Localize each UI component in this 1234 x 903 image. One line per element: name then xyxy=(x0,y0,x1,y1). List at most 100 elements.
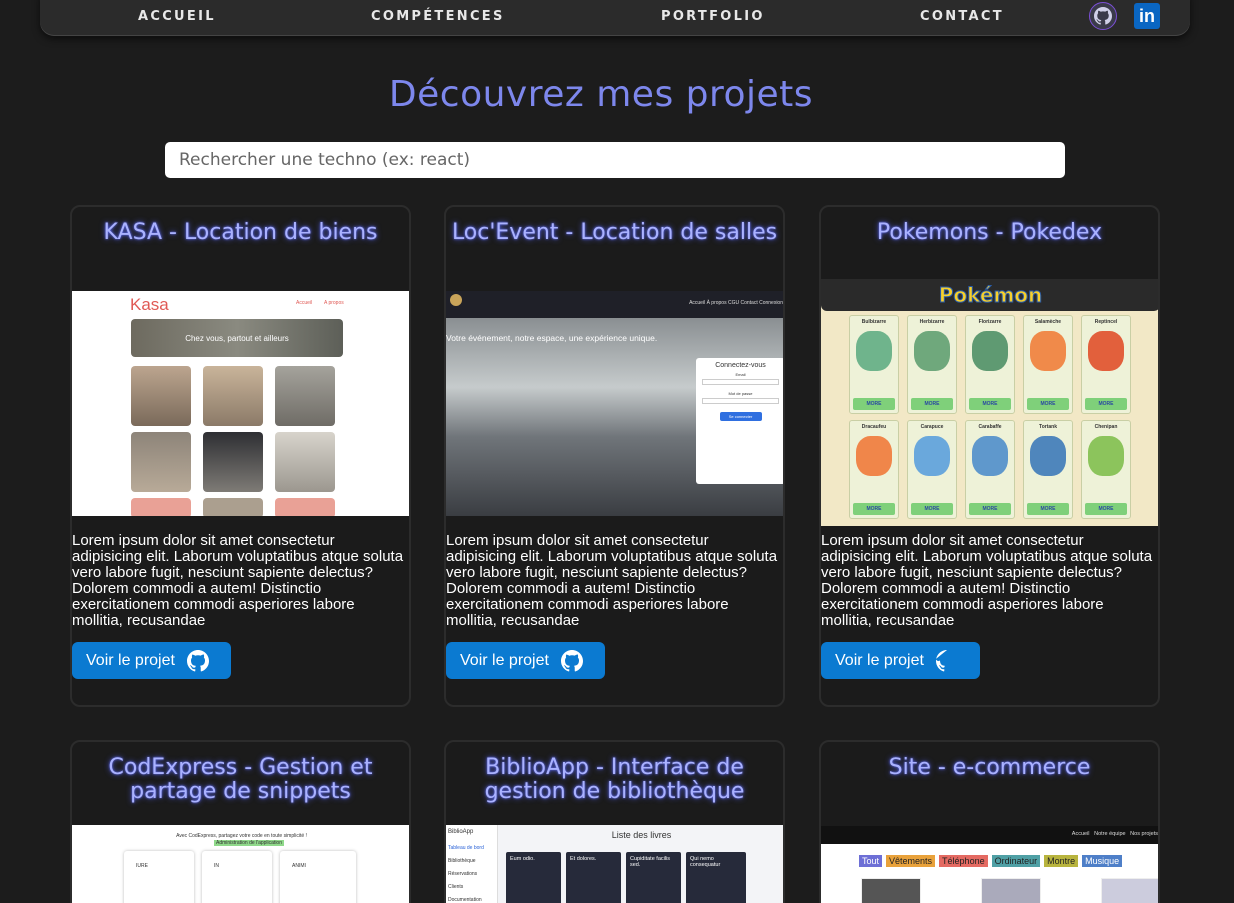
book-card: Et dolores. xyxy=(566,852,621,903)
project-card: BiblioApp - Interface de gestion de bibl… xyxy=(444,740,785,903)
pokemon-card: Reptincel MORE xyxy=(1081,315,1131,414)
locevent-nav: Accueil À propos CGU Contact Connexion xyxy=(689,300,783,306)
project-description: Lorem ipsum dolor sit amet consectetur a… xyxy=(821,532,1153,629)
view-project-label: Voir le projet xyxy=(460,651,549,669)
book-card: Eum odio. xyxy=(506,852,561,903)
pokemon-more-button: MORE xyxy=(969,503,1011,515)
pokemon-name: Salamèche xyxy=(1034,319,1062,325)
pokemon-sprite xyxy=(856,331,892,371)
email-label: Email xyxy=(735,372,746,377)
kasa-nav-home: Accueil xyxy=(296,300,313,306)
view-project-button[interactable]: Voir le projet xyxy=(72,642,231,679)
project-screenshot: Avec CodExpress, partagez votre code en … xyxy=(72,825,409,903)
ecom-nav-links: Accueil Notre équipe Nos projets xyxy=(1071,831,1158,837)
pokemon-more-button: MORE xyxy=(853,503,895,515)
biblio-brand: BiblioApp xyxy=(448,829,474,835)
linkedin-icon[interactable]: in xyxy=(1134,3,1160,29)
pokemon-sprite xyxy=(972,436,1008,476)
pokemon-grid: Bulbizarre MORE Herbizarre MORE Florizarre MO… xyxy=(849,315,1133,519)
connect-button: Se connecter xyxy=(719,412,762,421)
github-icon xyxy=(186,649,209,671)
project-card: Loc'Event - Location de salles Accueil À… xyxy=(444,205,785,707)
email-field xyxy=(702,379,779,385)
pokemon-name: Bulbizarre xyxy=(861,319,887,325)
pokemon-name: Reptincel xyxy=(1094,319,1118,325)
pokemon-name: Tortank xyxy=(1039,424,1057,430)
locevent-logo xyxy=(450,294,462,306)
tag: Téléphone xyxy=(939,855,988,867)
pokemon-sprite xyxy=(1030,436,1066,476)
product-card xyxy=(861,878,921,903)
pokemon-sprite xyxy=(914,331,950,371)
pokemon-name: Carapuce xyxy=(920,424,944,430)
nav-link-portfolio[interactable]: PORTFOLIO xyxy=(661,9,765,24)
snippet-card: ANIMI xyxy=(280,851,356,903)
codexpress-admin-link: Administration de l'application xyxy=(214,840,284,846)
project-title: Loc'Event - Location de salles xyxy=(451,220,778,245)
pokemon-card: Carabaffe MORE xyxy=(965,420,1015,519)
pokemon-name: Carabaffe xyxy=(978,424,1002,430)
snippet-card: IURE xyxy=(124,851,194,903)
view-project-button[interactable]: Voir le projet xyxy=(446,642,605,679)
biblio-side-item: Bibliothèque xyxy=(448,858,476,864)
nav-link-contact[interactable]: CONTACT xyxy=(920,9,1004,24)
pokemon-card: Herbizarre MORE xyxy=(907,315,957,414)
pokemon-more-button: MORE xyxy=(911,503,953,515)
tag: Musique xyxy=(1082,855,1123,867)
project-screenshot: Accueil À propos CGU Contact Connexion V… xyxy=(446,291,783,516)
tag: Vêtements xyxy=(886,855,936,867)
project-screenshot: BiblioApp Tableau de bord Bibliothèque R… xyxy=(446,825,783,903)
kasa-banner: Chez vous, partout et ailleurs xyxy=(131,319,343,357)
project-screenshot: Kasa Accueil A propos Chez vous, partout… xyxy=(72,291,409,516)
codexpress-tagline: Avec CodExpress, partagez votre code en … xyxy=(176,833,307,839)
biblio-side-item: Réservations xyxy=(448,871,478,877)
kasa-grid xyxy=(131,366,343,516)
github-icon[interactable] xyxy=(1089,2,1117,30)
pokemon-sprite xyxy=(972,331,1008,371)
locevent-login-box: Connectez-vous Email Mot de passe Se con… xyxy=(696,358,783,484)
project-description: Lorem ipsum dolor sit amet consectetur a… xyxy=(446,532,778,629)
search-input[interactable] xyxy=(165,142,1065,178)
project-screenshot: Pokémon Bulbizarre MORE Herbizarre MORE Flor… xyxy=(821,279,1158,526)
pokemon-sprite xyxy=(1030,331,1066,371)
nav-link-accueil[interactable]: ACCUEIL xyxy=(138,9,216,24)
pokemon-name: Dracaufeu xyxy=(861,424,887,430)
pokemon-more-button: MORE xyxy=(853,398,895,410)
view-project-label: Voir le projet xyxy=(86,651,175,669)
password-label: Mot de passe xyxy=(728,391,753,396)
tag: Montre xyxy=(1044,855,1079,867)
tag: Ordinateur xyxy=(991,855,1041,867)
biblio-side-item: Tableau de bord xyxy=(448,845,484,851)
product-card xyxy=(981,878,1041,903)
password-field xyxy=(702,398,779,404)
project-card: CodExpress - Gestion et partage de snipp… xyxy=(70,740,411,903)
book-card: Qui nemo consequatur xyxy=(686,852,746,903)
project-card: Site - e-commerce Accueil Notre équipe N… xyxy=(819,740,1160,903)
pokemon-more-button: MORE xyxy=(1027,503,1069,515)
project-title: KASA - Location de biens xyxy=(103,220,378,245)
pokemon-name: Herbizarre xyxy=(919,319,945,325)
view-project-button[interactable]: Voir le projet xyxy=(821,642,980,679)
project-title: Pokemons - Pokedex xyxy=(876,220,1103,245)
project-title: Site - e-commerce xyxy=(888,755,1091,780)
github-icon xyxy=(935,649,947,671)
biblio-heading: Liste des livres xyxy=(611,830,672,840)
pokemon-name: Florizarre xyxy=(978,319,1002,325)
pokemon-card: Dracaufeu MORE xyxy=(849,420,899,519)
pokemon-sprite xyxy=(914,436,950,476)
pokemon-more-button: MORE xyxy=(969,398,1011,410)
pokemon-card: Bulbizarre MORE xyxy=(849,315,899,414)
view-project-label: Voir le projet xyxy=(835,651,924,669)
locevent-hero-text: Votre événement, notre espace, une expér… xyxy=(446,333,658,343)
project-title: CodExpress - Gestion et partage de snipp… xyxy=(108,755,373,804)
biblio-sidebar: BiblioApp Tableau de bord Bibliothèque R… xyxy=(446,825,498,903)
pokemon-more-button: MORE xyxy=(1085,398,1127,410)
pokemon-more-button: MORE xyxy=(1085,503,1127,515)
biblio-side-item: Clients xyxy=(448,884,464,890)
pokemon-sprite xyxy=(1088,436,1124,476)
book-card: Cupiditate facilis sed. xyxy=(626,852,681,903)
nav-link-competences[interactable]: COMPÉTENCES xyxy=(371,9,505,24)
page-title: Découvrez mes projets xyxy=(388,74,814,115)
ecom-tags: Tout Vêtements Téléphone Ordinateur Mont… xyxy=(859,855,1123,867)
snippet-card: IN xyxy=(202,851,272,903)
